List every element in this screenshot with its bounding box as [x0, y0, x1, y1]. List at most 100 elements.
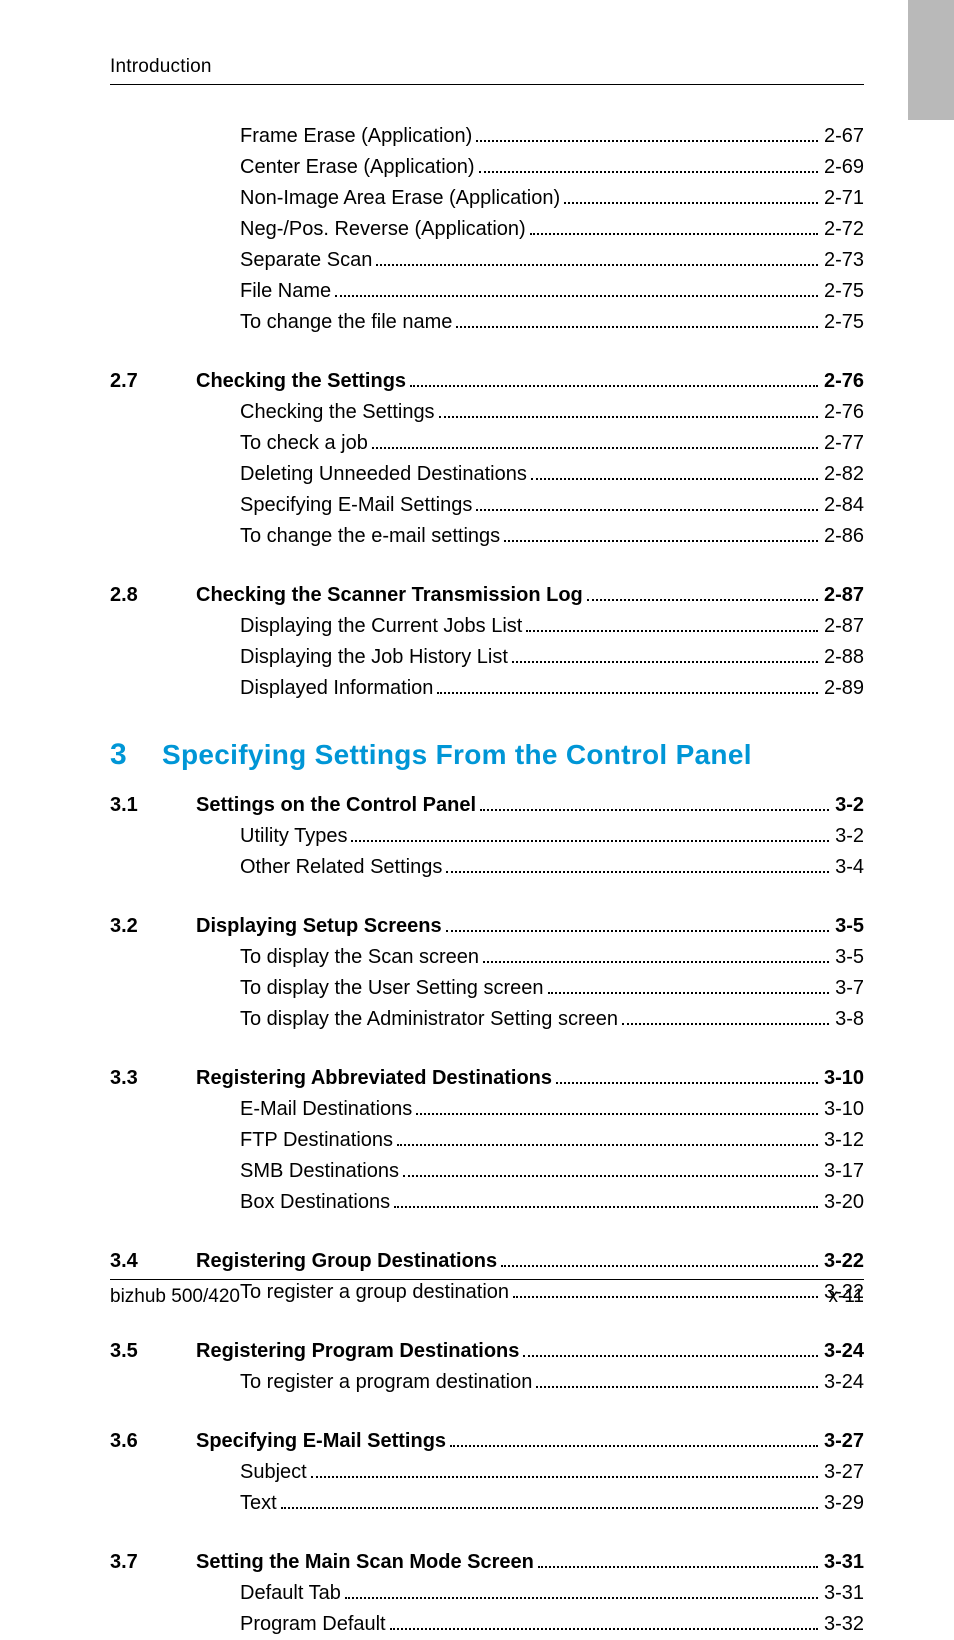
page-ref: 2-89 — [824, 673, 864, 704]
section-title: Displaying Setup Screens — [196, 911, 442, 942]
dot-leader — [480, 791, 829, 811]
dot-leader — [416, 1095, 818, 1115]
toc-line-body: Checking the Scanner Transmission Log 2-… — [196, 580, 864, 611]
entry-title: Specifying E-Mail Settings — [240, 490, 472, 521]
toc-entry: Other Related Settings 3-4 — [110, 852, 864, 883]
toc-line-body: Neg-/Pos. Reverse (Application) 2-72 — [240, 214, 864, 245]
toc-block: 3.1Settings on the Control Panel 3-2Util… — [110, 790, 864, 883]
page-ref: 3-7 — [835, 973, 864, 1004]
toc-line-body: To register a program destination 3-24 — [240, 1367, 864, 1398]
toc-entry: Separate Scan 2-73 — [110, 245, 864, 276]
running-head-title: Introduction — [110, 56, 212, 78]
dot-leader — [622, 1005, 829, 1025]
toc-line-body: Checking the Settings 2-76 — [240, 397, 864, 428]
section-number: 2.7 — [110, 366, 196, 397]
page-ref: 3-22 — [824, 1246, 864, 1277]
dot-leader — [548, 974, 830, 994]
toc-line-body: To display the Administrator Setting scr… — [240, 1004, 864, 1035]
entry-title: SMB Destinations — [240, 1156, 399, 1187]
page-ref: 2-73 — [824, 245, 864, 276]
dot-leader — [536, 1368, 818, 1388]
toc-entry: E-Mail Destinations 3-10 — [110, 1094, 864, 1125]
toc-block: 2.7Checking the Settings 2-76Checking th… — [110, 366, 864, 552]
entry-title: Displayed Information — [240, 673, 433, 704]
entry-title: Center Erase (Application) — [240, 152, 475, 183]
toc-line-body: Displaying the Job History List 2-88 — [240, 642, 864, 673]
toc-line-body: Displaying Setup Screens 3-5 — [196, 911, 864, 942]
toc-line-body: SMB Destinations 3-17 — [240, 1156, 864, 1187]
dot-leader — [530, 215, 818, 235]
toc-line-body: To change the e-mail settings 2-86 — [240, 521, 864, 552]
dot-leader — [501, 1247, 818, 1267]
dot-leader — [450, 1427, 818, 1447]
page-ref: 3-31 — [824, 1578, 864, 1609]
toc-line-body: Non-Image Area Erase (Application) 2-71 — [240, 183, 864, 214]
page-ref: 2-67 — [824, 121, 864, 152]
entry-title: Deleting Unneeded Destinations — [240, 459, 527, 490]
toc-chapter-sections: 3.1Settings on the Control Panel 3-2Util… — [110, 790, 864, 1640]
section-number: 3.3 — [110, 1063, 196, 1094]
dot-leader — [437, 674, 818, 694]
dot-leader — [335, 277, 818, 297]
section-title: Setting the Main Scan Mode Screen — [196, 1547, 534, 1578]
entry-title: To display the Administrator Setting scr… — [240, 1004, 618, 1035]
footer-right: x-11 — [828, 1286, 864, 1308]
entry-title: Text — [240, 1488, 277, 1519]
toc-block: 3.2Displaying Setup Screens 3-5To displa… — [110, 911, 864, 1035]
page-ref: 3-17 — [824, 1156, 864, 1187]
toc-line-body: To display the User Setting screen 3-7 — [240, 973, 864, 1004]
toc-entry: Non-Image Area Erase (Application) 2-71 — [110, 183, 864, 214]
page-ref: 3-31 — [824, 1547, 864, 1578]
dot-leader — [476, 491, 818, 511]
toc-entry: To change the e-mail settings 2-86 — [110, 521, 864, 552]
toc-entry: To display the User Setting screen 3-7 — [110, 973, 864, 1004]
toc-line-body: Center Erase (Application) 2-69 — [240, 152, 864, 183]
dot-leader — [311, 1458, 818, 1478]
entry-title: To change the file name — [240, 307, 452, 338]
dot-leader — [372, 429, 818, 449]
dot-leader — [390, 1610, 818, 1630]
section-number: 3.6 — [110, 1426, 196, 1457]
toc-line-body: Settings on the Control Panel 3-2 — [196, 790, 864, 821]
toc-entry: Text 3-29 — [110, 1488, 864, 1519]
toc-block: 3.3Registering Abbreviated Destinations … — [110, 1063, 864, 1218]
toc-entry: To display the Administrator Setting scr… — [110, 1004, 864, 1035]
section-number: 2.8 — [110, 580, 196, 611]
toc-entry: Displayed Information 2-89 — [110, 673, 864, 704]
entry-title: Default Tab — [240, 1578, 341, 1609]
toc-entry: Displaying the Current Jobs List 2-87 — [110, 611, 864, 642]
entry-title: Other Related Settings — [240, 852, 442, 883]
dot-leader — [351, 822, 829, 842]
toc-line-body: Setting the Main Scan Mode Screen 3-31 — [196, 1547, 864, 1578]
toc-entry: To register a program destination 3-24 — [110, 1367, 864, 1398]
page-ref: 3-27 — [824, 1426, 864, 1457]
toc-block: 3.6Specifying E-Mail Settings 3-27Subjec… — [110, 1426, 864, 1519]
page-ref: 2-87 — [824, 611, 864, 642]
section-title: Registering Abbreviated Destinations — [196, 1063, 552, 1094]
entry-title: FTP Destinations — [240, 1125, 393, 1156]
section-title: Specifying E-Mail Settings — [196, 1426, 446, 1457]
dot-leader — [456, 308, 818, 328]
toc-entry: Default Tab 3-31 — [110, 1578, 864, 1609]
toc-line-body: Frame Erase (Application) 2-67 — [240, 121, 864, 152]
page-ref: 3-2 — [835, 821, 864, 852]
toc-block: 3.5Registering Program Destinations 3-24… — [110, 1336, 864, 1398]
toc-line-body: Checking the Settings 2-76 — [196, 366, 864, 397]
dot-leader — [479, 153, 818, 173]
toc-section-head: 3.6Specifying E-Mail Settings 3-27 — [110, 1426, 864, 1457]
page-ref: 3-4 — [835, 852, 864, 883]
toc-entry: Deleting Unneeded Destinations 2-82 — [110, 459, 864, 490]
running-head: Introduction — [110, 56, 864, 85]
toc-entry: Frame Erase (Application) 2-67 — [110, 121, 864, 152]
toc-section-head: 3.3Registering Abbreviated Destinations … — [110, 1063, 864, 1094]
toc-entry: File Name 2-75 — [110, 276, 864, 307]
section-number: 3.4 — [110, 1246, 196, 1277]
toc-line-body: To display the Scan screen 3-5 — [240, 942, 864, 973]
dot-leader — [397, 1126, 818, 1146]
entry-title: To display the Scan screen — [240, 942, 479, 973]
page-ref: 3-27 — [824, 1457, 864, 1488]
toc-entry: Program Default 3-32 — [110, 1609, 864, 1640]
entry-title: Program Default — [240, 1609, 386, 1640]
toc-entry: Displaying the Job History List 2-88 — [110, 642, 864, 673]
page-ref: 2-75 — [824, 307, 864, 338]
